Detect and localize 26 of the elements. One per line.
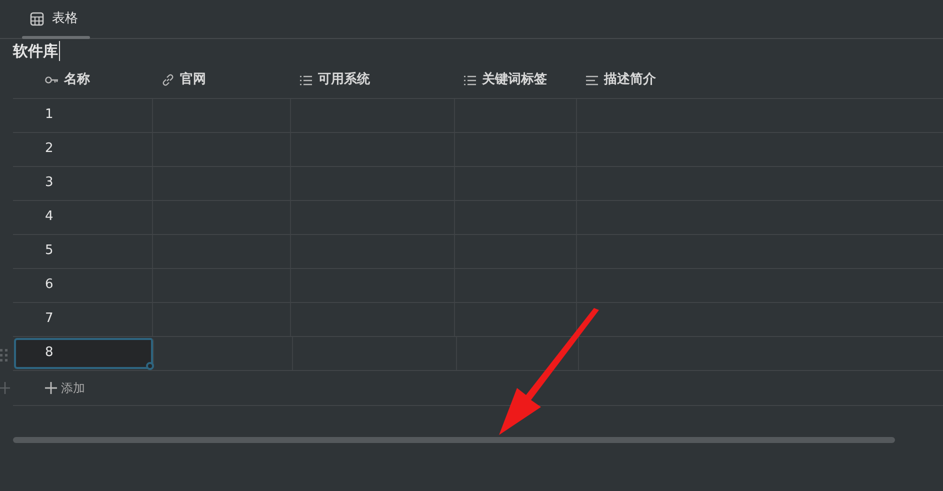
list-icon: [463, 74, 477, 86]
table-cell[interactable]: 5: [13, 234, 153, 268]
resize-handle[interactable]: [146, 362, 154, 370]
plus-icon: [45, 382, 57, 394]
column-header[interactable]: 官网: [153, 62, 291, 98]
text-lines-icon: [585, 74, 599, 86]
table-cell[interactable]: 4: [13, 200, 153, 234]
drag-handle-icon[interactable]: [0, 349, 8, 362]
column-header[interactable]: 关键词标签: [455, 62, 577, 98]
table-cell[interactable]: 6: [13, 268, 153, 302]
add-button[interactable]: 添加: [45, 378, 85, 396]
scrollbar[interactable]: [13, 436, 895, 442]
link-icon: [161, 73, 175, 87]
table-cell[interactable]: 2: [13, 132, 153, 166]
plus-icon[interactable]: [0, 382, 10, 394]
key-icon: [45, 76, 59, 84]
list-icon: [299, 74, 313, 86]
table-cell[interactable]: 3: [13, 166, 153, 200]
column-header[interactable]: 描述简介: [577, 62, 943, 98]
column-header[interactable]: 可用系统: [291, 62, 455, 98]
table-title[interactable]: 软件库: [13, 41, 60, 61]
table-cell[interactable]: 1: [13, 98, 153, 132]
table-cell[interactable]: 7: [13, 302, 153, 336]
column-header[interactable]: 名称: [13, 62, 153, 98]
table-cell[interactable]: 8: [14, 338, 154, 368]
table-icon: [30, 12, 44, 26]
